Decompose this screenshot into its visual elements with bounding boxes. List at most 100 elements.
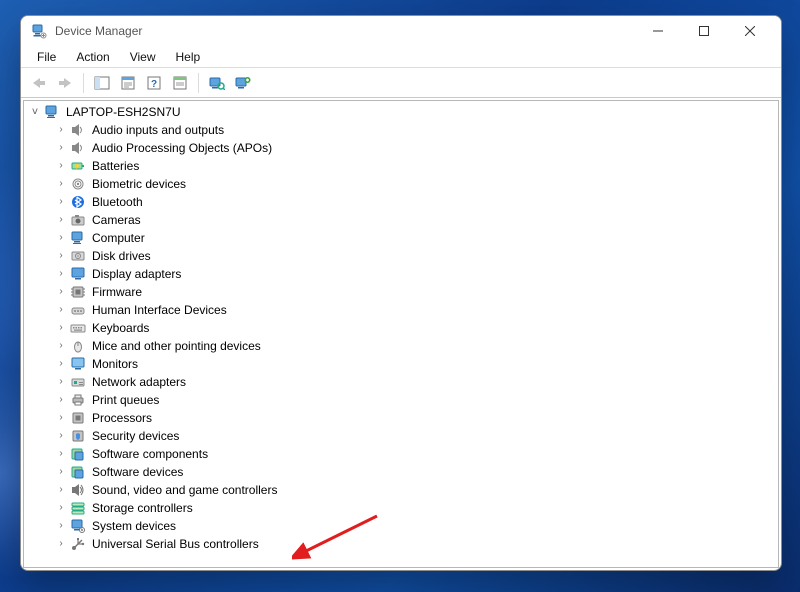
- toolbar-help-button[interactable]: ?: [142, 71, 166, 95]
- expander-icon[interactable]: ›: [54, 519, 68, 533]
- expander-icon[interactable]: ›: [54, 123, 68, 137]
- tree-category[interactable]: › Human Interface Devices: [24, 301, 778, 319]
- bluetooth-icon: [70, 194, 86, 210]
- tree-category[interactable]: › Network adapters: [24, 373, 778, 391]
- app-icon: [31, 23, 47, 39]
- close-button[interactable]: [727, 16, 773, 46]
- device-manager-window: Device Manager File Action View Help: [20, 15, 782, 571]
- menu-help[interactable]: Help: [166, 48, 211, 66]
- tree-category-label: Monitors: [90, 357, 140, 371]
- maximize-button[interactable]: [681, 16, 727, 46]
- expander-icon[interactable]: ⅴ: [28, 105, 42, 119]
- processor-icon: [70, 410, 86, 426]
- tree-category-label: Processors: [90, 411, 154, 425]
- expander-icon[interactable]: ›: [54, 339, 68, 353]
- toolbar-console-tree-button[interactable]: [90, 71, 114, 95]
- monitor-icon: [70, 356, 86, 372]
- system-icon: [70, 518, 86, 534]
- expander-icon[interactable]: ›: [54, 231, 68, 245]
- computer-icon: [44, 104, 60, 120]
- expander-icon[interactable]: ›: [54, 501, 68, 515]
- printer-icon: [70, 392, 86, 408]
- menu-action[interactable]: Action: [66, 48, 119, 66]
- tree-category[interactable]: › Cameras: [24, 211, 778, 229]
- menu-view[interactable]: View: [120, 48, 166, 66]
- tree-category[interactable]: › Print queues: [24, 391, 778, 409]
- tree-category[interactable]: › Disk drives: [24, 247, 778, 265]
- tree-category[interactable]: › Monitors: [24, 355, 778, 373]
- expander-icon[interactable]: ›: [54, 267, 68, 281]
- tree-category-label: Print queues: [90, 393, 161, 407]
- toolbar-scan-button[interactable]: [205, 71, 229, 95]
- tree-category-label: Computer: [90, 231, 147, 245]
- tree-category[interactable]: › Audio Processing Objects (APOs): [24, 139, 778, 157]
- expander-icon[interactable]: ›: [54, 357, 68, 371]
- camera-icon: [70, 212, 86, 228]
- tree-category[interactable]: › Mice and other pointing devices: [24, 337, 778, 355]
- tree-category[interactable]: › Computer: [24, 229, 778, 247]
- expander-icon[interactable]: ›: [54, 429, 68, 443]
- expander-icon[interactable]: ›: [54, 141, 68, 155]
- security-icon: [70, 428, 86, 444]
- expander-icon[interactable]: ›: [54, 483, 68, 497]
- tree-category[interactable]: › Bluetooth: [24, 193, 778, 211]
- svg-text:?: ?: [151, 79, 157, 90]
- toolbar-separator: [198, 73, 199, 93]
- tree-category[interactable]: › Firmware: [24, 283, 778, 301]
- audio-icon: [70, 122, 86, 138]
- display-icon: [70, 266, 86, 282]
- tree-category[interactable]: › Audio inputs and outputs: [24, 121, 778, 139]
- expander-icon[interactable]: ›: [54, 447, 68, 461]
- tree-category-label: Human Interface Devices: [90, 303, 229, 317]
- tree-category-label: Keyboards: [90, 321, 151, 335]
- expander-icon[interactable]: ›: [54, 393, 68, 407]
- minimize-button[interactable]: [635, 16, 681, 46]
- expander-icon[interactable]: ›: [54, 213, 68, 227]
- toolbar-properties-button[interactable]: [116, 71, 140, 95]
- window-title: Device Manager: [55, 24, 635, 38]
- toolbar-forward-button[interactable]: [53, 71, 77, 95]
- window-controls: [635, 16, 773, 46]
- menu-file[interactable]: File: [27, 48, 66, 66]
- expander-icon[interactable]: ›: [54, 195, 68, 209]
- tree-category-label: Batteries: [90, 159, 141, 173]
- tree-category[interactable]: › Security devices: [24, 427, 778, 445]
- tree-category-label: Universal Serial Bus controllers: [90, 537, 261, 551]
- disk-icon: [70, 248, 86, 264]
- toolbar-back-button[interactable]: [27, 71, 51, 95]
- tree-category[interactable]: › Software components: [24, 445, 778, 463]
- storage-icon: [70, 500, 86, 516]
- tree-category[interactable]: › Display adapters: [24, 265, 778, 283]
- expander-icon[interactable]: ›: [54, 159, 68, 173]
- expander-icon[interactable]: ›: [54, 177, 68, 191]
- expander-icon[interactable]: ›: [54, 375, 68, 389]
- tree-category-label: Biometric devices: [90, 177, 188, 191]
- expander-icon[interactable]: ›: [54, 303, 68, 317]
- tree-category[interactable]: › Software devices: [24, 463, 778, 481]
- tree-category[interactable]: › Processors: [24, 409, 778, 427]
- mouse-icon: [70, 338, 86, 354]
- tree-category[interactable]: › Keyboards: [24, 319, 778, 337]
- tree-category[interactable]: › Sound, video and game controllers: [24, 481, 778, 499]
- tree-category[interactable]: › Storage controllers: [24, 499, 778, 517]
- expander-icon[interactable]: ›: [54, 465, 68, 479]
- tree-category[interactable]: › Batteries: [24, 157, 778, 175]
- expander-icon[interactable]: ›: [54, 285, 68, 299]
- tree-category[interactable]: › Biometric devices: [24, 175, 778, 193]
- tree-root[interactable]: ⅴ LAPTOP-ESH2SN7U: [24, 103, 778, 121]
- tree-category-label: Firmware: [90, 285, 144, 299]
- device-tree[interactable]: ⅴ LAPTOP-ESH2SN7U › Audio inputs and out…: [23, 100, 779, 568]
- tree-category-label: Security devices: [90, 429, 181, 443]
- expander-icon[interactable]: ›: [54, 411, 68, 425]
- toolbar-add-driver-button[interactable]: [231, 71, 255, 95]
- computer-icon: [70, 230, 86, 246]
- expander-icon[interactable]: ›: [54, 321, 68, 335]
- toolbar-action-button[interactable]: [168, 71, 192, 95]
- expander-icon[interactable]: ›: [54, 249, 68, 263]
- biometric-icon: [70, 176, 86, 192]
- audio-icon: [70, 140, 86, 156]
- tree-category[interactable]: › System devices: [24, 517, 778, 535]
- tree-category[interactable]: › Universal Serial Bus controllers: [24, 535, 778, 553]
- titlebar: Device Manager: [21, 16, 781, 46]
- expander-icon[interactable]: ›: [54, 537, 68, 551]
